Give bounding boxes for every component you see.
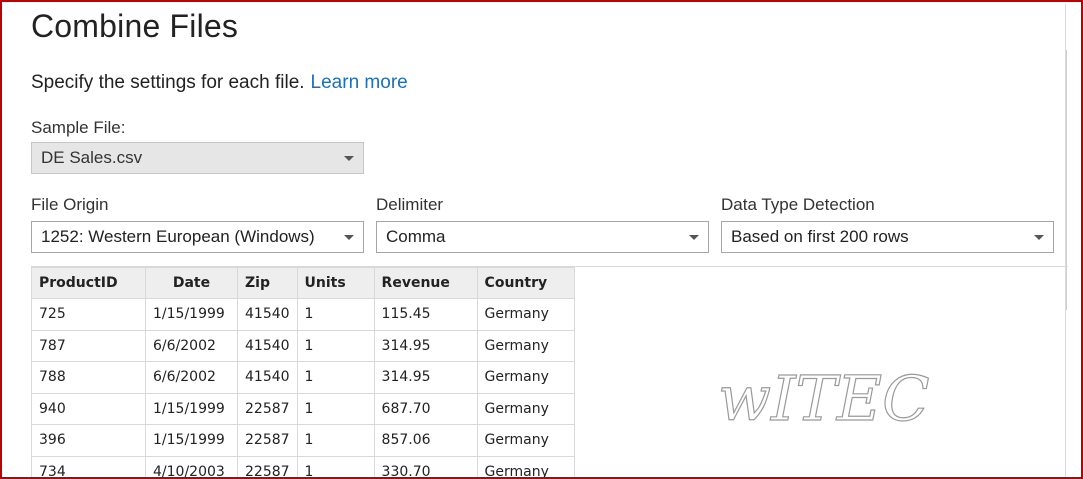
- table-cell: 734: [31, 455, 146, 477]
- table-cell: 1: [296, 455, 375, 477]
- table-cell: 1: [296, 361, 375, 394]
- table-cell: 1/15/1999: [145, 298, 238, 331]
- table-cell: 1: [296, 392, 375, 425]
- table-cell: 6/6/2002: [145, 361, 238, 394]
- table-row: 734 4/10/2003 22587 1 330.70 Germany: [31, 455, 575, 477]
- table-cell: 788: [31, 361, 146, 394]
- file-origin-value: 1252: Western European (Windows): [41, 227, 315, 246]
- data-type-detection-label: Data Type Detection: [721, 195, 875, 214]
- chevron-down-icon: [344, 235, 354, 240]
- table-cell: 787: [31, 329, 146, 362]
- table-cell: 314.95: [373, 361, 478, 394]
- table-row: 788 6/6/2002 41540 1 314.95 Germany: [31, 361, 575, 394]
- sample-file-dropdown[interactable]: DE Sales.csv: [31, 142, 364, 174]
- table-cell: 22587: [237, 455, 298, 477]
- table-header-row: ProductID Date Zip Units Revenue Country: [31, 267, 575, 299]
- column-header-country[interactable]: Country: [476, 267, 575, 299]
- column-header-productid[interactable]: ProductID: [31, 267, 146, 299]
- sample-file-label: Sample File:: [31, 118, 126, 137]
- table-cell: 330.70: [373, 455, 478, 477]
- chevron-down-icon: [1034, 235, 1044, 240]
- table-cell: 41540: [237, 298, 298, 331]
- sample-file-value: DE Sales.csv: [41, 148, 143, 167]
- table-cell: 1: [296, 424, 375, 457]
- table-cell: Germany: [476, 329, 575, 362]
- column-header-revenue[interactable]: Revenue: [373, 267, 478, 299]
- table-cell: 396: [31, 424, 146, 457]
- preview-table: ProductID Date Zip Units Revenue Country…: [31, 267, 575, 477]
- table-cell: Germany: [476, 424, 575, 457]
- table-cell: 41540: [237, 361, 298, 394]
- delimiter-dropdown[interactable]: Comma: [376, 221, 709, 253]
- table-cell: 6/6/2002: [145, 329, 238, 362]
- delimiter-label: Delimiter: [376, 195, 444, 214]
- table-cell: 687.70: [373, 392, 478, 425]
- subtitle-text: Specify the settings for each file.: [31, 72, 305, 93]
- data-type-detection-dropdown[interactable]: Based on first 200 rows: [721, 221, 1054, 253]
- data-type-detection-value: Based on first 200 rows: [731, 227, 909, 246]
- learn-more-link[interactable]: Learn more: [311, 72, 408, 93]
- table-cell: 314.95: [373, 329, 478, 362]
- table-row: 787 6/6/2002 41540 1 314.95 Germany: [31, 329, 575, 362]
- column-header-zip[interactable]: Zip: [237, 267, 298, 299]
- file-origin-label: File Origin: [31, 195, 109, 214]
- combine-files-dialog: Combine Files Specify the settings for e…: [0, 0, 1083, 479]
- table-cell: 1/15/1999: [145, 424, 238, 457]
- delimiter-value: Comma: [386, 227, 446, 246]
- table-cell: Germany: [476, 392, 575, 425]
- column-header-units[interactable]: Units: [296, 267, 375, 299]
- table-cell: 22587: [237, 392, 298, 425]
- table-cell: 41540: [237, 329, 298, 362]
- table-cell: Germany: [476, 455, 575, 477]
- table-cell: 940: [31, 392, 146, 425]
- witec-watermark-logo: wITEC: [717, 362, 930, 432]
- column-header-date[interactable]: Date: [145, 267, 238, 299]
- table-cell: 1: [296, 298, 375, 331]
- table-cell: Germany: [476, 361, 575, 394]
- table-cell: Germany: [476, 298, 575, 331]
- dialog-subtitle: Specify the settings for each file. Learn…: [31, 72, 408, 94]
- table-cell: 4/10/2003: [145, 455, 238, 477]
- chevron-down-icon: [344, 156, 354, 161]
- table-row: 396 1/15/1999 22587 1 857.06 Germany: [31, 424, 575, 457]
- table-cell: 22587: [237, 424, 298, 457]
- table-cell: 115.45: [373, 298, 478, 331]
- dialog-title: Combine Files: [31, 8, 239, 44]
- file-origin-dropdown[interactable]: 1252: Western European (Windows): [31, 221, 364, 253]
- table-row: 725 1/15/1999 41540 1 115.45 Germany: [31, 298, 575, 331]
- table-row: 940 1/15/1999 22587 1 687.70 Germany: [31, 392, 575, 425]
- table-cell: 1: [296, 329, 375, 362]
- table-cell: 1/15/1999: [145, 392, 238, 425]
- table-cell: 857.06: [373, 424, 478, 457]
- chevron-down-icon: [689, 235, 699, 240]
- table-cell: 725: [31, 298, 146, 331]
- watermark-text: wITEC: [718, 362, 930, 432]
